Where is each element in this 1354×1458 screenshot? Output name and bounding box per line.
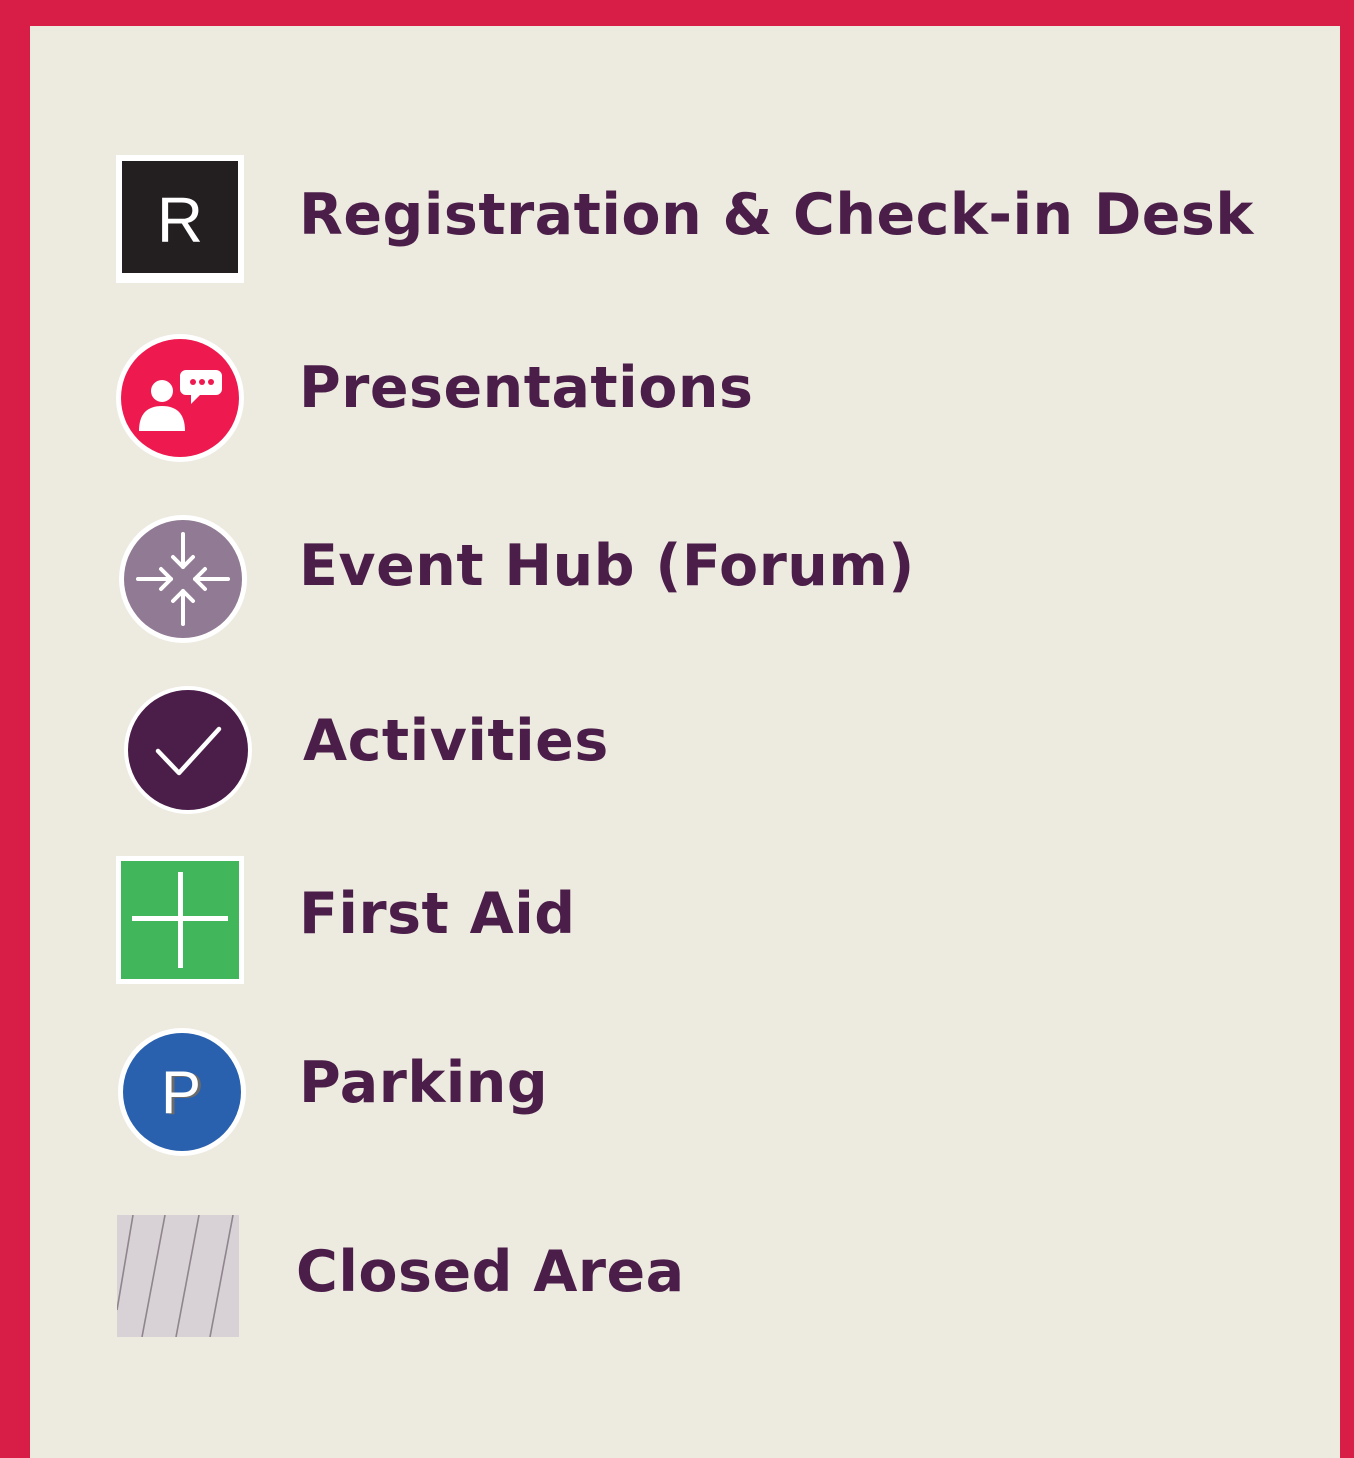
legend-label-first-aid: First Aid [299, 881, 576, 947]
first-aid-cross-icon [115, 855, 245, 985]
hub-arrows-icon [118, 514, 248, 644]
legend-item-presentations: Presentations [30, 333, 1340, 463]
legend-item-event-hub: Event Hub (Forum) [30, 514, 1340, 644]
legend-item-registration: R Registration & Check-in Desk [30, 154, 1340, 284]
parking-icon: P P [117, 1027, 247, 1157]
legend-label-closed-area: Closed Area [296, 1239, 685, 1305]
legend-item-activities: Activities [30, 685, 1340, 815]
legend-label-event-hub: Event Hub (Forum) [299, 533, 915, 599]
legend-label-registration: Registration & Check-in Desk [299, 182, 1254, 248]
legend-item-parking: P P Parking [30, 1027, 1340, 1157]
legend-item-closed-area: Closed Area [30, 1215, 1340, 1345]
map-legend-panel: R Registration & Check-in Desk Presentat… [30, 26, 1340, 1458]
legend-label-activities: Activities [303, 708, 609, 774]
checkmark-icon [123, 685, 253, 815]
legend-item-first-aid: First Aid [30, 855, 1340, 985]
legend-label-parking: Parking [299, 1050, 549, 1116]
registration-icon: R [115, 154, 245, 284]
parking-icon-letter: P [161, 1059, 201, 1126]
closed-area-hatch-icon [117, 1215, 239, 1337]
registration-icon-letter: R [157, 184, 203, 256]
legend-label-presentations: Presentations [299, 355, 754, 421]
presentation-icon [115, 333, 245, 463]
